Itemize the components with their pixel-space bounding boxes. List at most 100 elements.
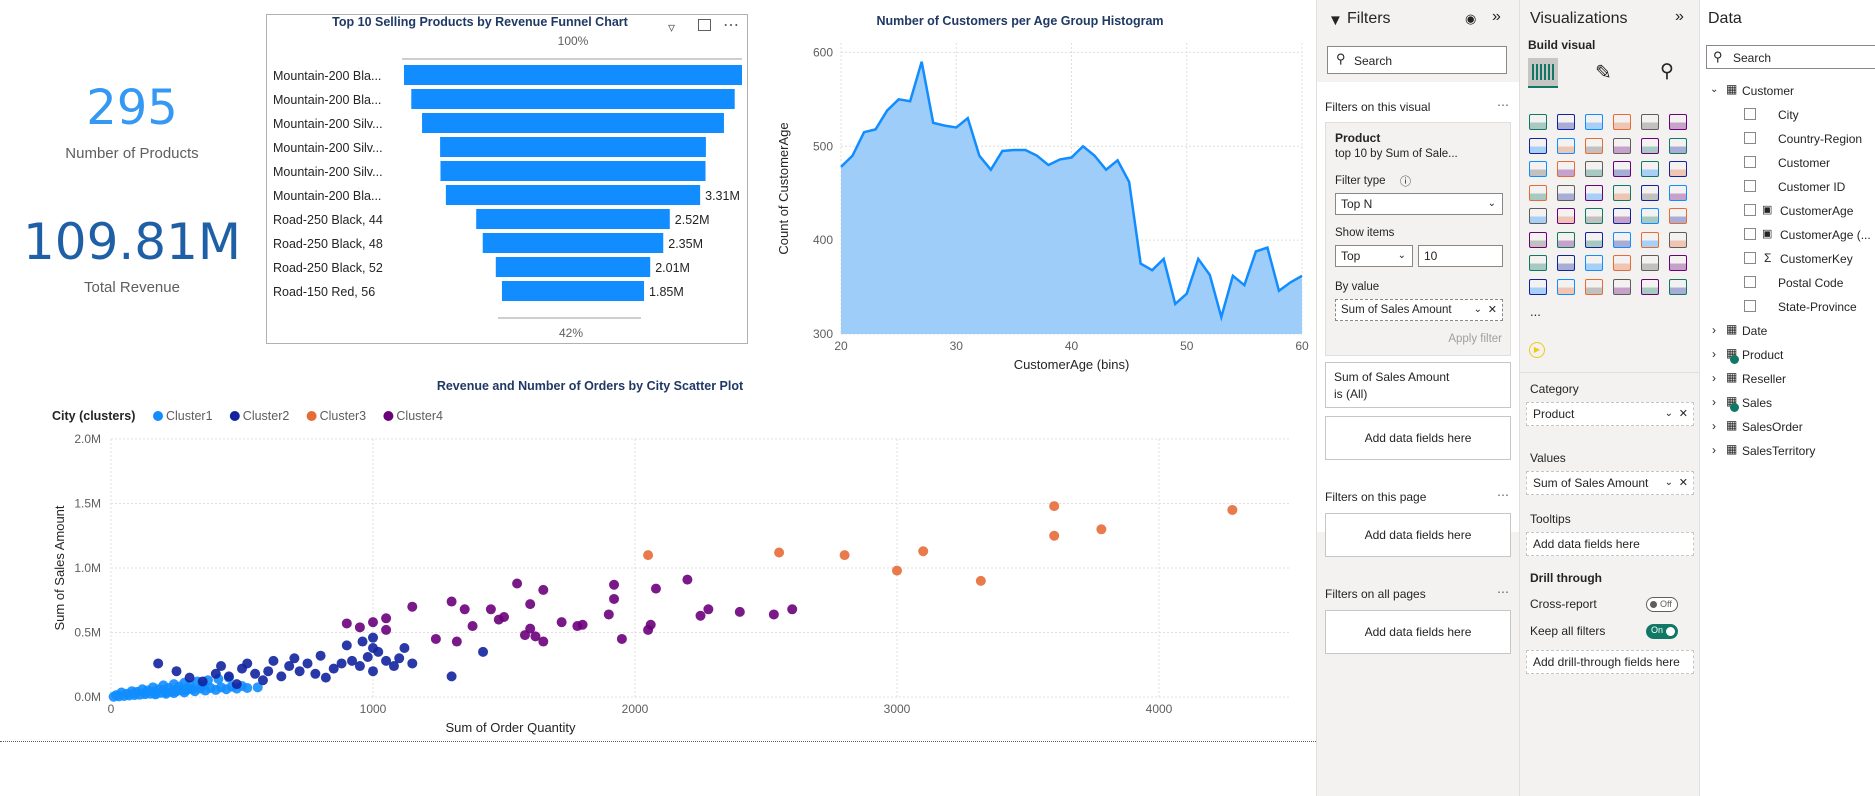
data-search[interactable]: ⚲ Search <box>1706 45 1875 69</box>
scatter-point[interactable] <box>892 565 902 576</box>
scatter-point[interactable] <box>446 596 457 607</box>
funnel-bar[interactable] <box>440 137 706 157</box>
visual-type-icon[interactable] <box>1669 161 1687 177</box>
funnel-visual[interactable]: Top 10 Selling Products by Revenue Funne… <box>266 14 748 344</box>
cross-report-toggle[interactable]: Off <box>1646 597 1678 612</box>
scatter-point[interactable] <box>302 658 313 669</box>
visual-type-icon[interactable] <box>1613 161 1631 177</box>
visual-type-icon[interactable] <box>1613 278 1631 295</box>
visual-type-icon[interactable] <box>1529 208 1547 224</box>
scatter-point[interactable] <box>538 584 549 595</box>
visual-type-icon[interactable] <box>1641 255 1659 271</box>
scatter-point[interactable] <box>1227 504 1238 515</box>
visual-type-icon[interactable] <box>1529 231 1547 248</box>
field-name[interactable]: Country-Region <box>1778 132 1862 146</box>
scatter-point[interactable] <box>446 671 457 682</box>
visual-type-icon[interactable] <box>1641 114 1659 130</box>
field-checkbox[interactable] <box>1744 156 1756 168</box>
scatter-point[interactable] <box>221 684 232 695</box>
close-icon[interactable]: ✕ <box>1679 472 1688 494</box>
scatter-point[interactable] <box>242 658 253 669</box>
visual-type-icon[interactable] <box>1585 161 1603 177</box>
visual-type-icon[interactable] <box>1613 184 1631 201</box>
visual-type-icon[interactable] <box>1585 137 1603 154</box>
filter-type-select[interactable]: Top N ⌄ <box>1335 193 1503 215</box>
scatter-point[interactable] <box>467 621 478 632</box>
funnel-bar[interactable] <box>501 281 645 301</box>
scatter-point[interactable] <box>362 652 373 663</box>
scatter-point[interactable] <box>499 612 509 623</box>
visual-type-icon[interactable] <box>1613 208 1631 224</box>
field-name[interactable]: CustomerAge (... <box>1780 228 1871 242</box>
funnel-bar[interactable] <box>440 161 706 181</box>
scatter-point[interactable] <box>368 666 378 677</box>
visual-type-icon[interactable] <box>1529 161 1547 177</box>
chevron-right-icon[interactable]: › <box>1712 419 1716 433</box>
scatter-point[interactable] <box>171 666 182 677</box>
table-name[interactable]: Sales <box>1742 396 1772 410</box>
chevron-right-icon[interactable]: › <box>1712 323 1716 337</box>
scatter-point[interactable] <box>341 640 352 651</box>
values-well[interactable]: Sum of Sales Amount ⌄ ✕ <box>1526 471 1694 495</box>
scatter-point[interactable] <box>768 609 779 620</box>
scatter-point[interactable] <box>116 687 127 698</box>
format-visual-tab[interactable]: ✎ <box>1595 60 1612 85</box>
scatter-point[interactable] <box>609 593 620 604</box>
field-checkbox[interactable] <box>1744 300 1756 312</box>
visual-type-icon[interactable] <box>1529 255 1547 271</box>
scatter-point[interactable] <box>381 613 392 624</box>
scatter-point[interactable] <box>257 675 268 686</box>
visual-type-icon[interactable] <box>1641 161 1659 177</box>
scatter-point[interactable] <box>394 653 405 664</box>
visual-type-icon[interactable] <box>1529 114 1547 130</box>
scatter-point[interactable] <box>556 617 567 628</box>
scatter-point[interactable] <box>682 574 693 585</box>
keep-filters-toggle[interactable]: On <box>1646 624 1678 639</box>
scatter-point[interactable] <box>289 653 300 664</box>
visual-type-icon[interactable] <box>1669 184 1687 201</box>
build-visual-tab[interactable] <box>1528 58 1558 88</box>
add-visual-filter-field[interactable]: Add data fields here <box>1325 416 1511 460</box>
scatter-point[interactable] <box>320 672 331 683</box>
chevron-down-icon[interactable]: ⌄ <box>1474 300 1482 320</box>
chevron-right-icon[interactable]: › <box>1712 347 1716 361</box>
scatter-point[interactable] <box>242 682 253 693</box>
show-items-direction[interactable]: Top ⌄ <box>1335 245 1413 267</box>
scatter-visual[interactable]: Revenue and Number of Orders by City Sca… <box>40 375 1315 740</box>
scatter-point[interactable] <box>161 688 172 699</box>
visual-type-icon[interactable] <box>1585 208 1603 224</box>
scatter-point[interactable] <box>734 606 745 617</box>
visual-type-icon[interactable] <box>1585 184 1603 201</box>
funnel-bar[interactable] <box>476 209 670 229</box>
add-all-pages-filter-field[interactable]: Add data fields here <box>1325 610 1511 654</box>
visual-type-icon[interactable] <box>1669 114 1687 130</box>
more-icon[interactable]: ⋯ <box>1497 585 1509 599</box>
field-name[interactable]: State-Province <box>1778 300 1857 314</box>
scatter-point[interactable] <box>1096 524 1107 535</box>
more-icon[interactable]: ⋯ <box>1497 488 1509 502</box>
scatter-point[interactable] <box>231 679 242 690</box>
funnel-bar[interactable] <box>495 257 651 277</box>
visual-type-icon[interactable] <box>1641 184 1659 201</box>
chevron-right-icon[interactable]: › <box>1712 371 1716 385</box>
scatter-point[interactable] <box>485 604 496 615</box>
scatter-point[interactable] <box>171 684 182 695</box>
visual-type-icon[interactable] <box>1613 231 1631 248</box>
scatter-point[interactable] <box>451 636 462 647</box>
visual-type-icon[interactable] <box>1585 114 1603 130</box>
scatter-point[interactable] <box>184 672 195 683</box>
table-name[interactable]: SalesTerritory <box>1742 444 1815 458</box>
visual-type-icon[interactable] <box>1557 208 1575 224</box>
visual-type-icon[interactable] <box>1557 255 1575 271</box>
visual-type-icon[interactable] <box>1613 137 1631 154</box>
product-filter-card[interactable]: Product top 10 by Sum of Sale... Filter … <box>1325 122 1511 356</box>
visual-type-icon[interactable] <box>1641 278 1659 295</box>
scatter-point[interactable] <box>609 579 620 590</box>
visual-type-icon[interactable] <box>1557 184 1575 201</box>
scatter-point[interactable] <box>787 604 798 615</box>
collapse-filters-icon[interactable]: » <box>1492 8 1501 26</box>
field-checkbox[interactable] <box>1744 132 1756 144</box>
visual-type-icon[interactable] <box>1669 137 1687 154</box>
scatter-point[interactable] <box>140 687 151 698</box>
chevron-down-icon[interactable]: ⌄ <box>1710 84 1718 95</box>
